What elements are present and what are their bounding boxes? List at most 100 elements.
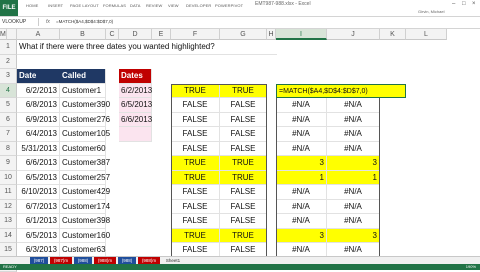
formula-input[interactable]: =MATCH($A4,$D$4:$D$7,0) (56, 18, 113, 26)
match-j-cell[interactable]: #N/A (327, 142, 380, 157)
bool-g-cell[interactable]: FALSE (220, 214, 267, 229)
match-j-cell[interactable]: #N/A (327, 98, 380, 113)
table-date-cell[interactable]: 6/1/2013 (17, 214, 60, 229)
row-header-6[interactable]: 6 (0, 113, 17, 128)
row-header-8[interactable]: 8 (0, 142, 17, 157)
table-called-cell[interactable]: Customer60 (60, 142, 106, 157)
bool-g-cell[interactable]: TRUE (220, 156, 267, 171)
row-header-10[interactable]: 10 (0, 171, 17, 186)
name-box[interactable]: VLOOKUP (2, 18, 39, 26)
column-header-d[interactable]: D (119, 29, 152, 40)
bool-g-cell[interactable]: FALSE (220, 127, 267, 142)
row-header-4[interactable]: 4 (0, 84, 17, 99)
dates-list-cell[interactable] (119, 127, 152, 142)
minimize-icon[interactable]: – (452, 0, 455, 8)
tab-developer[interactable]: DEVELOPER (186, 3, 211, 8)
row-header-3[interactable]: 3 (0, 69, 17, 84)
bool-g-cell[interactable]: TRUE (220, 229, 267, 244)
match-i-cell[interactable]: #N/A (276, 127, 327, 142)
bool-f-cell[interactable]: TRUE (171, 84, 220, 99)
table-called-cell[interactable]: Customer174 (60, 200, 106, 215)
bool-f-cell[interactable]: TRUE (171, 229, 220, 244)
tab-view[interactable]: VIEW (168, 3, 179, 8)
bool-g-cell[interactable]: TRUE (220, 171, 267, 186)
table-date-cell[interactable]: 6/6/2013 (17, 156, 60, 171)
sheet-tab[interactable]: (987) (30, 257, 48, 264)
match-j-cell[interactable]: #N/A (327, 185, 380, 200)
row-header-11[interactable]: 11 (0, 185, 17, 200)
column-header-m[interactable]: M (0, 29, 7, 40)
table-date-cell[interactable]: 6/5/2013 (17, 229, 60, 244)
bool-f-cell[interactable]: FALSE (171, 214, 220, 229)
tab-insert[interactable]: INSERT (48, 3, 63, 8)
tab-review[interactable]: REVIEW (146, 3, 162, 8)
header-called[interactable]: Called (60, 69, 106, 84)
bool-f-cell[interactable]: TRUE (171, 156, 220, 171)
table-called-cell[interactable]: Customer387 (60, 156, 106, 171)
question-text[interactable]: What if there were three dates you wante… (17, 40, 277, 55)
column-header-e[interactable]: E (152, 29, 171, 40)
bool-f-cell[interactable]: TRUE (171, 171, 220, 186)
match-i-cell[interactable]: #N/A (276, 98, 327, 113)
tab-page-layout[interactable]: PAGE LAYOUT (70, 3, 99, 8)
match-i-cell[interactable]: 1 (276, 171, 327, 186)
column-header-i[interactable]: I (276, 29, 327, 40)
file-tab[interactable]: FILE (0, 0, 18, 16)
column-header-j[interactable]: J (327, 29, 380, 40)
match-j-cell[interactable]: 3 (327, 229, 380, 244)
sheet-tab[interactable]: (987)m (50, 257, 72, 264)
match-i-cell[interactable]: #N/A (276, 200, 327, 215)
dates-list-cell[interactable]: 6/6/2013 (119, 113, 152, 128)
table-called-cell[interactable]: Customer429 (60, 185, 106, 200)
match-j-cell[interactable]: #N/A (327, 127, 380, 142)
table-called-cell[interactable]: Customer398 (60, 214, 106, 229)
match-i-cell[interactable]: #N/A (276, 185, 327, 200)
tab-data[interactable]: DATA (130, 3, 140, 8)
fx-icon[interactable]: fx (46, 18, 50, 26)
tab-home[interactable]: HOME (26, 3, 38, 8)
dates-list-cell[interactable]: 6/5/2013 (119, 98, 152, 113)
close-icon[interactable]: × (472, 0, 476, 8)
column-header-c[interactable]: C (106, 29, 119, 40)
maximize-icon[interactable]: □ (462, 0, 466, 8)
column-header-f[interactable]: F (171, 29, 220, 40)
row-header-14[interactable]: 14 (0, 229, 17, 244)
match-i-cell[interactable]: #N/A (276, 214, 327, 229)
match-i-cell[interactable]: #N/A (276, 142, 327, 157)
row-header-1[interactable]: 1 (0, 40, 17, 55)
user-name[interactable]: Girvin, Michael (418, 9, 444, 14)
column-header-b[interactable]: B (60, 29, 106, 40)
bool-f-cell[interactable]: FALSE (171, 185, 220, 200)
bool-g-cell[interactable]: TRUE (220, 84, 267, 99)
bool-f-cell[interactable]: FALSE (171, 98, 220, 113)
match-i-cell[interactable]: #N/A (276, 113, 327, 128)
bool-f-cell[interactable]: FALSE (171, 127, 220, 142)
bool-g-cell[interactable]: FALSE (220, 113, 267, 128)
sheet-tab[interactable]: (988) (74, 257, 92, 264)
table-called-cell[interactable]: Customer257 (60, 171, 106, 186)
bool-f-cell[interactable]: FALSE (171, 142, 220, 157)
bool-g-cell[interactable]: FALSE (220, 142, 267, 157)
header-dates[interactable]: Dates (119, 69, 152, 84)
bool-g-cell[interactable]: FALSE (220, 185, 267, 200)
table-called-cell[interactable]: Customer105 (60, 127, 106, 142)
column-header-h[interactable]: H (267, 29, 276, 40)
table-date-cell[interactable]: 6/9/2013 (17, 113, 60, 128)
match-edit-cell[interactable]: =MATCH($A4,$D$4:$D$7,0) (276, 84, 406, 99)
table-date-cell[interactable]: 6/10/2013 (17, 185, 60, 200)
bool-f-cell[interactable]: FALSE (171, 200, 220, 215)
table-date-cell[interactable]: 5/31/2013 (17, 142, 60, 157)
tab-formulas[interactable]: FORMULAS (103, 3, 126, 8)
table-date-cell[interactable]: 6/4/2013 (17, 127, 60, 142)
tab-powerpivot[interactable]: POWERPIVOT (215, 3, 243, 8)
table-called-cell[interactable]: Customer160 (60, 229, 106, 244)
match-j-cell[interactable]: #N/A (327, 200, 380, 215)
table-called-cell[interactable]: Customer276 (60, 113, 106, 128)
column-header-g[interactable]: G (220, 29, 267, 40)
column-header-l[interactable]: L (406, 29, 447, 40)
column-header-k[interactable]: K (380, 29, 406, 40)
row-header-7[interactable]: 7 (0, 127, 17, 142)
match-j-cell[interactable]: 1 (327, 171, 380, 186)
bool-g-cell[interactable]: FALSE (220, 98, 267, 113)
sheet-tab[interactable]: (988)m (94, 257, 116, 264)
